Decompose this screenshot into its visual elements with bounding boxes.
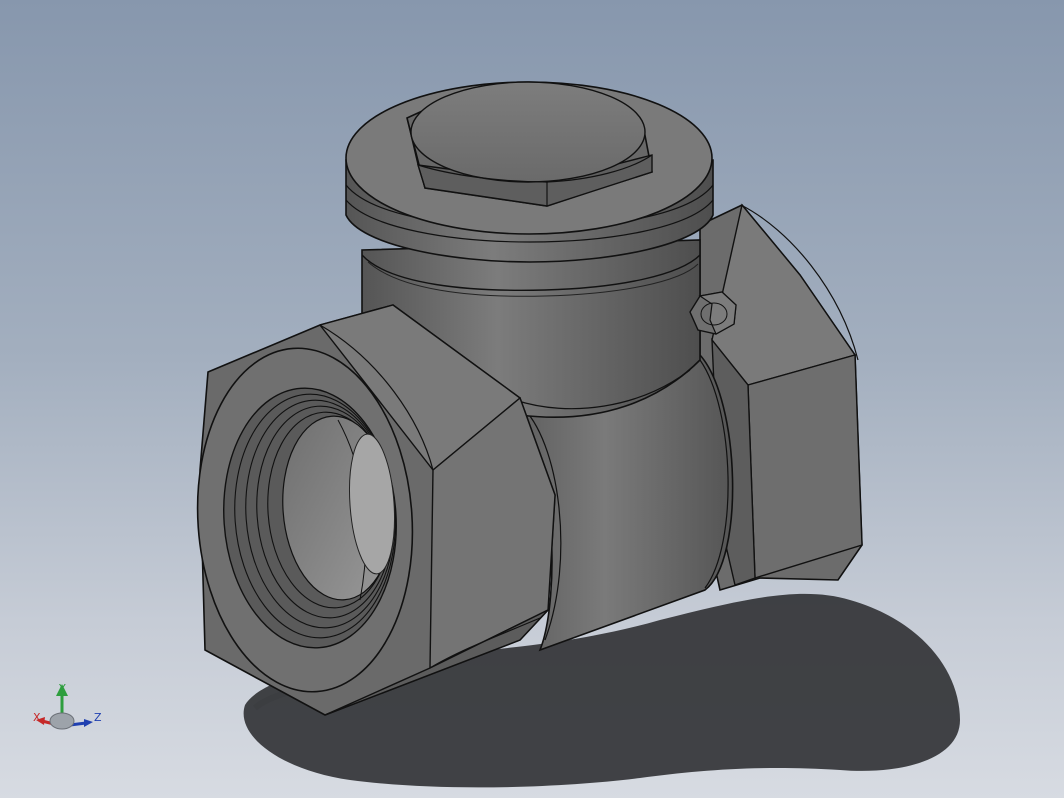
z-axis-label: Z <box>94 711 102 724</box>
triad-graphic <box>36 684 93 730</box>
model-scene[interactable] <box>0 0 1064 798</box>
reference-triad: X Y Z <box>28 676 108 740</box>
y-axis-label: Y <box>59 682 66 695</box>
triad-origin-disc <box>49 712 75 730</box>
x-axis-label: X <box>33 711 41 724</box>
graphics-viewport[interactable]: X Y Z <box>0 0 1064 798</box>
z-axis-arrow <box>84 719 93 727</box>
